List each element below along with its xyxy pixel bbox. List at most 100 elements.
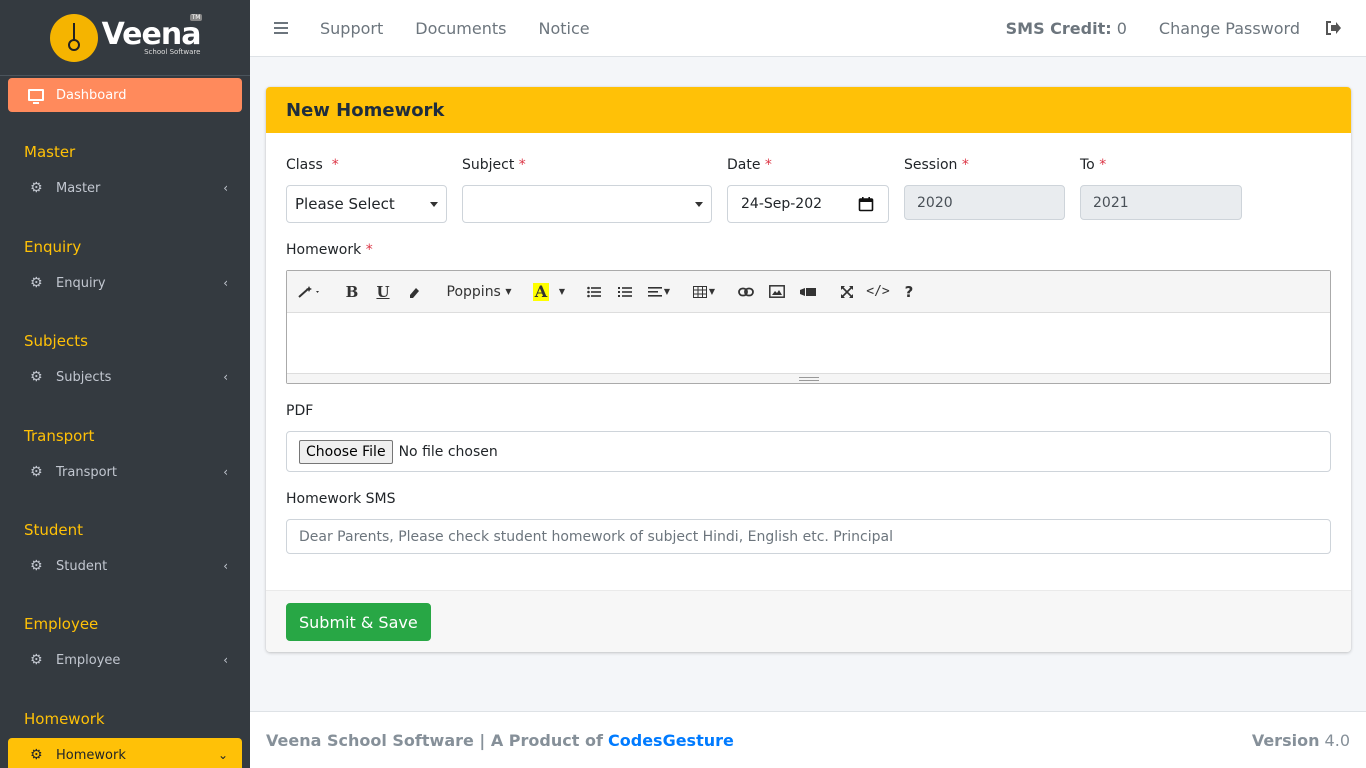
sidebar: Veena School Software TM Dashboard Maste… — [0, 0, 250, 768]
sidebar-item-label: Transport — [56, 464, 118, 480]
file-status: No file chosen — [398, 443, 498, 460]
image-icon[interactable] — [763, 278, 791, 306]
to-label: To * — [1080, 157, 1107, 173]
veena-logo-icon — [49, 13, 98, 62]
logout-icon[interactable] — [1324, 19, 1342, 37]
sms-credit-label: SMS Credit: — [1005, 18, 1112, 38]
nav-header-employee: Employee — [24, 615, 99, 633]
chevron-down-icon: ⌄ — [217, 748, 228, 762]
text-color-icon[interactable]: A — [530, 278, 552, 306]
pdf-file-input[interactable]: Choose File No file chosen — [286, 431, 1331, 472]
sidebar-item-student[interactable]: ⚙ Student ‹ — [8, 549, 242, 583]
calendar-icon[interactable] — [858, 196, 874, 216]
footer-text: Veena School Software | A Product of — [266, 730, 603, 750]
unordered-list-icon[interactable] — [580, 278, 608, 306]
gear-icon: ⚙ — [30, 652, 43, 668]
menu-icon[interactable] — [274, 22, 288, 34]
sidebar-item-label: Dashboard — [56, 87, 127, 103]
homework-sms-input[interactable]: Dear Parents, Please check student homew… — [286, 519, 1331, 554]
nav-link-documents[interactable]: Documents — [415, 19, 506, 38]
homework-label: Homework * — [286, 242, 373, 258]
sidebar-item-label: Student — [56, 558, 108, 574]
date-input[interactable]: 24-Sep-202 — [727, 185, 889, 223]
sidebar-item-employee[interactable]: ⚙ Employee ‹ — [8, 643, 242, 677]
sidebar-item-transport[interactable]: ⚙ Transport ‹ — [8, 455, 242, 489]
sidebar-item-subjects[interactable]: ⚙ Subjects ‹ — [8, 360, 242, 394]
sidebar-item-label: Employee — [56, 652, 121, 668]
caret-down-icon — [430, 202, 438, 207]
date-value: 24-Sep-202 — [741, 196, 823, 212]
homework-editor-area[interactable] — [287, 313, 1330, 373]
homework-sms-label: Homework SMS — [286, 491, 396, 507]
session-input: 2020 — [904, 185, 1065, 220]
bold-icon[interactable]: B — [338, 278, 366, 306]
homework-editor: B U Poppins ▼ A ▼ ▼ ▼ </> ? — [286, 270, 1331, 384]
session-value: 2020 — [917, 194, 953, 211]
chevron-left-icon: ‹ — [223, 276, 228, 290]
nav-header-enquiry: Enquiry — [24, 238, 82, 256]
to-input: 2021 — [1080, 185, 1242, 220]
subject-label: Subject * — [462, 157, 526, 173]
fullscreen-icon[interactable] — [833, 278, 861, 306]
eraser-icon[interactable] — [400, 278, 428, 306]
card-title: New Homework — [266, 87, 1351, 133]
gear-icon: ⚙ — [30, 747, 43, 763]
card-footer: Submit & Save — [266, 590, 1351, 652]
submit-save-button[interactable]: Submit & Save — [286, 603, 431, 641]
link-icon[interactable] — [732, 278, 760, 306]
ordered-list-icon[interactable] — [611, 278, 639, 306]
video-icon[interactable] — [794, 278, 822, 306]
caret-down-icon — [695, 202, 703, 207]
subject-select[interactable] — [462, 185, 712, 223]
nav-link-notice[interactable]: Notice — [538, 19, 589, 38]
nav-header-student: Student — [24, 521, 84, 539]
sidebar-item-label: Subjects — [56, 369, 112, 385]
sms-credit-value: 0 — [1116, 18, 1127, 38]
chevron-left-icon: ‹ — [223, 370, 228, 384]
class-label: Class * — [286, 157, 339, 173]
nav-header-subjects: Subjects — [24, 332, 88, 350]
brand-logo[interactable]: Veena School Software TM — [0, 0, 250, 76]
top-navbar: Support Documents Notice SMS Credit: 0 C… — [250, 0, 1366, 57]
magic-wand-icon[interactable] — [293, 278, 327, 306]
editor-toolbar: B U Poppins ▼ A ▼ ▼ ▼ </> ? — [287, 271, 1330, 313]
help-icon[interactable]: ? — [895, 278, 923, 306]
editor-resize-handle[interactable] — [287, 373, 1330, 383]
date-label: Date * — [727, 157, 772, 173]
chevron-left-icon: ‹ — [223, 653, 228, 667]
nav-header-master: Master — [24, 143, 76, 161]
font-family-value: Poppins — [446, 283, 501, 300]
choose-file-button[interactable]: Choose File — [299, 439, 393, 464]
nav-header-transport: Transport — [24, 427, 95, 445]
align-dropdown-icon[interactable]: ▼ — [642, 278, 676, 306]
gear-icon: ⚙ — [30, 464, 43, 480]
chevron-left-icon: ‹ — [223, 559, 228, 573]
gear-icon: ⚙ — [30, 275, 43, 291]
underline-icon[interactable]: U — [369, 278, 397, 306]
footer-version: Version 4.0 — [1251, 730, 1350, 750]
sidebar-item-enquiry[interactable]: ⚙ Enquiry ‹ — [8, 266, 242, 300]
footer-company-link[interactable]: CodesGesture — [608, 731, 734, 750]
color-dropdown-icon[interactable]: ▼ — [555, 278, 569, 306]
new-homework-card: New Homework Class * Please Select Subje… — [266, 87, 1351, 652]
code-view-icon[interactable]: </> — [864, 278, 892, 306]
change-password-link[interactable]: Change Password — [1159, 19, 1300, 38]
table-icon[interactable]: ▼ — [687, 278, 721, 306]
font-family-dropdown[interactable]: Poppins ▼ — [439, 278, 519, 306]
pdf-label: PDF — [286, 403, 314, 419]
sidebar-item-label: Homework — [56, 747, 126, 763]
sms-credit: SMS Credit: 0 — [1006, 19, 1127, 38]
nav-link-support[interactable]: Support — [320, 19, 383, 38]
sidebar-item-label: Master — [56, 180, 101, 196]
sidebar-item-homework[interactable]: ⚙ Homework ⌄ — [8, 738, 242, 768]
chevron-left-icon: ‹ — [223, 465, 228, 479]
sidebar-item-dashboard[interactable]: Dashboard — [8, 78, 242, 112]
sidebar-item-label: Enquiry — [56, 275, 106, 291]
monitor-icon — [28, 89, 44, 104]
class-select[interactable]: Please Select — [286, 185, 447, 223]
gear-icon: ⚙ — [30, 558, 43, 574]
gear-icon: ⚙ — [30, 369, 43, 385]
gear-icon: ⚙ — [30, 180, 43, 196]
class-select-value: Please Select — [295, 195, 395, 213]
sidebar-item-master[interactable]: ⚙ Master ‹ — [8, 171, 242, 205]
